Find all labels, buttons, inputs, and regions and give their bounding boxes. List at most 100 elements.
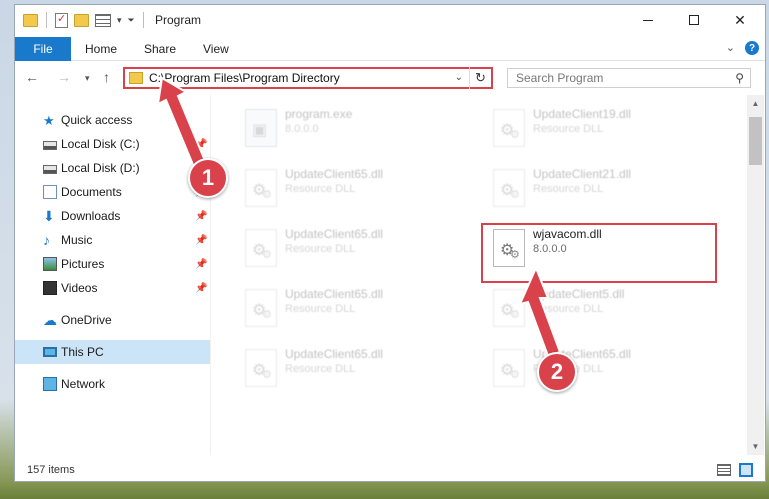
- sidebar-item-quick-access[interactable]: ★ Quick access: [15, 108, 210, 132]
- file-name: UpdateClient21.dll: [533, 167, 632, 181]
- up-button[interactable]: ↑: [103, 69, 110, 85]
- large-icons-view-icon[interactable]: [739, 463, 753, 477]
- forward-button[interactable]: →: [57, 69, 71, 85]
- pictures-icon: [43, 257, 57, 271]
- properties-icon[interactable]: [55, 12, 68, 28]
- explorer-window: ▾ ⏷ Program ✕ File Home Share View ⌄ ? ←…: [14, 4, 766, 482]
- chevron-down-icon[interactable]: ▾: [117, 15, 122, 26]
- tab-home[interactable]: Home: [85, 42, 117, 56]
- network-icon: [43, 377, 57, 391]
- navigation-pane: ★ Quick access Local Disk (C:) 📌 Local D…: [15, 95, 210, 455]
- navigation-bar: ← → ▾ ↑ C:\Program Files\Program Directo…: [15, 61, 765, 95]
- sidebar-item-music[interactable]: ♪ Music 📌: [15, 228, 210, 252]
- star-icon: ★: [43, 113, 55, 128]
- file-item[interactable]: ⚙⚙ UpdateClient65.dll Resource DLL: [233, 281, 468, 331]
- music-icon: ♪: [43, 232, 50, 248]
- sidebar-item-label: Network: [61, 377, 106, 391]
- tab-share[interactable]: Share: [144, 42, 176, 56]
- sidebar-item-local-disk-d[interactable]: Local Disk (D:): [15, 156, 210, 180]
- scroll-down-icon[interactable]: ▼: [747, 438, 764, 455]
- file-item[interactable]: ⚙⚙ UpdateClient65.dll Resource DLL: [481, 341, 716, 391]
- maximize-button[interactable]: [671, 5, 717, 35]
- file-detail: Resource DLL: [285, 363, 356, 375]
- tab-view[interactable]: View: [203, 42, 229, 56]
- file-list: ▣ program.exe 8.0.0.0 ⚙ ⚙ UpdateClient19.…: [211, 95, 747, 455]
- file-item[interactable]: ⚙ ⚙ UpdateClient21.dll Resource DLL: [481, 161, 716, 211]
- dll-file-icon: ⚙ ⚙: [245, 169, 277, 207]
- sidebar-item-this-pc[interactable]: This PC: [15, 340, 210, 364]
- help-icon[interactable]: ?: [745, 41, 759, 55]
- tab-file[interactable]: File: [15, 37, 71, 61]
- ribbon-controls: ⌄ ?: [726, 41, 759, 55]
- chevron-down-icon[interactable]: ⌄: [455, 72, 463, 83]
- file-item[interactable]: ⚙⚙ UpdateClient65.dll Resource DLL: [233, 341, 468, 391]
- pin-icon[interactable]: 📌: [195, 211, 207, 222]
- folder-icon[interactable]: [23, 13, 38, 27]
- window-title: Program: [155, 13, 202, 27]
- cloud-icon: ☁: [43, 312, 57, 328]
- file-name: UpdateClient65.dll: [285, 167, 384, 181]
- chevron-down-icon[interactable]: ⌄: [726, 41, 735, 55]
- videos-icon: [43, 281, 57, 295]
- pin-icon[interactable]: 📌: [195, 259, 207, 270]
- recent-locations-button[interactable]: ▾: [85, 73, 90, 84]
- file-detail: 8.0.0.0: [285, 123, 319, 135]
- sidebar-item-onedrive[interactable]: ☁ OneDrive: [15, 308, 210, 332]
- file-name: UpdateClient65.dll: [285, 287, 384, 301]
- file-item[interactable]: ⚙ ⚙ UpdateClient19.dll Resource DLL: [481, 101, 716, 151]
- title-bar: ▾ ⏷ Program ✕: [15, 5, 765, 37]
- customize-toolbar-icon[interactable]: ⏷: [128, 15, 135, 26]
- sidebar-item-documents[interactable]: Documents 📌: [15, 180, 210, 204]
- file-item[interactable]: ▣ program.exe 8.0.0.0: [233, 101, 468, 151]
- file-item[interactable]: ⚙⚙ UpdateClient65.dll Resource DLL: [233, 161, 468, 211]
- details-view-icon[interactable]: [717, 464, 731, 476]
- pin-icon[interactable]: 📌: [195, 139, 207, 150]
- quick-access-toolbar: ▾ ⏷: [23, 12, 146, 28]
- address-path[interactable]: C:\Program Files\Program Directory: [149, 71, 340, 85]
- view-icon[interactable]: [95, 13, 111, 27]
- step-badge-1: 1: [188, 158, 228, 198]
- file-detail: Resource DLL: [533, 183, 604, 195]
- documents-icon: [43, 185, 57, 199]
- file-detail: Resource DLL: [285, 243, 356, 255]
- sidebar-item-pictures[interactable]: Pictures 📌: [15, 252, 210, 276]
- scrollbar-thumb[interactable]: [749, 117, 762, 165]
- sidebar-item-label: Local Disk (D:): [61, 161, 140, 175]
- pin-icon[interactable]: 📌: [195, 283, 207, 294]
- search-icon[interactable]: ⚲: [735, 71, 744, 85]
- drive-icon: [43, 164, 57, 174]
- divider: [46, 12, 47, 28]
- file-item[interactable]: ⚙⚙ UpdateClient65.dll Resource DLL: [233, 221, 468, 271]
- back-button[interactable]: ←: [25, 69, 39, 85]
- sidebar-item-label: Downloads: [61, 209, 121, 223]
- close-button[interactable]: ✕: [717, 5, 763, 35]
- new-folder-icon[interactable]: [74, 13, 89, 27]
- minimize-button[interactable]: [625, 5, 671, 35]
- dll-file-icon: ⚙ ⚙: [245, 289, 277, 327]
- item-count: 157 items: [27, 464, 75, 476]
- step-badge-2: 2: [537, 352, 577, 392]
- refresh-button[interactable]: ↻: [469, 67, 491, 89]
- sidebar-item-local-disk-c[interactable]: Local Disk (C:) 📌: [15, 132, 210, 156]
- sidebar-item-videos[interactable]: Videos 📌: [15, 276, 210, 300]
- dll-file-icon: ⚙ ⚙: [245, 349, 277, 387]
- sidebar-item-network[interactable]: Network: [15, 372, 210, 396]
- search-input[interactable]: Search Program ⚲: [507, 68, 751, 88]
- sidebar-item-downloads[interactable]: ⬇ Downloads 📌: [15, 204, 210, 228]
- file-item[interactable]: ⚙ ⚙ UpdateClient5.dll Resource DLL: [481, 281, 716, 331]
- highlight-box: [481, 223, 717, 283]
- sidebar-item-label: Documents: [61, 185, 122, 199]
- folder-icon: [129, 72, 143, 84]
- sidebar-item-label: Pictures: [61, 257, 105, 271]
- exe-file-icon: ▣: [245, 109, 277, 147]
- vertical-scrollbar[interactable]: ▲ ▼: [747, 95, 764, 455]
- file-detail: Resource DLL: [285, 303, 356, 315]
- dll-file-icon: ⚙ ⚙: [493, 349, 525, 387]
- drive-icon: [43, 140, 57, 150]
- pin-icon[interactable]: 📌: [195, 235, 207, 246]
- address-bar[interactable]: C:\Program Files\Program Directory ⌄ ↻: [123, 67, 493, 89]
- dll-file-icon: ⚙ ⚙: [493, 109, 525, 147]
- scroll-up-icon[interactable]: ▲: [747, 95, 764, 112]
- file-detail: Resource DLL: [533, 303, 604, 315]
- file-name: UpdateClient5.dll: [533, 287, 625, 301]
